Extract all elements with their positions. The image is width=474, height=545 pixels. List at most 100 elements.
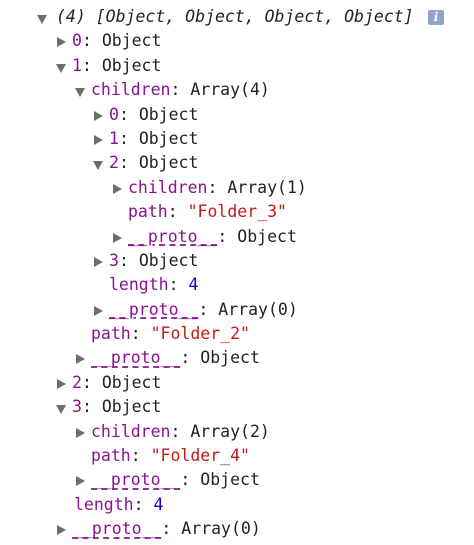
property-value: Object	[101, 397, 162, 417]
tree-row[interactable]: __proto__: Object	[0, 346, 474, 370]
separator: :	[161, 519, 182, 539]
property-key: path	[128, 202, 168, 222]
expand-down-icon[interactable]	[56, 63, 66, 73]
property-value: Object	[200, 470, 260, 490]
console-object-tree: (4) [Object, Object, Object, Object] i 0…	[0, 5, 474, 542]
separator: :	[130, 324, 151, 344]
property-value: 4	[188, 275, 199, 295]
tree-row[interactable]: __proto__: Object	[0, 225, 474, 249]
property-key: __proto__	[91, 470, 181, 490]
property-value: "Folder_2"	[150, 324, 250, 344]
separator: :	[81, 397, 102, 417]
separator: :	[207, 177, 228, 197]
property-value: Array(4)	[190, 80, 270, 100]
separator: :	[168, 275, 189, 295]
property-value: Object	[138, 104, 199, 124]
tree-row[interactable]: __proto__: Array(0)	[0, 298, 474, 322]
property-value: Object	[101, 31, 162, 51]
separator: :	[180, 470, 201, 490]
tree-row[interactable]: children: Array(2)	[0, 420, 474, 444]
tree-row[interactable]: 3: Object	[0, 395, 474, 419]
tree-row: path: "Folder_4"	[0, 444, 474, 468]
expand-down-icon[interactable]	[56, 405, 66, 415]
expand-right-icon[interactable]	[113, 183, 122, 194]
property-key: children	[91, 80, 171, 100]
tree-row[interactable]: 3: Object	[0, 249, 474, 273]
tree-row: length: 4	[0, 493, 474, 517]
expand-down-icon[interactable]	[93, 161, 103, 171]
separator: :	[217, 226, 238, 246]
property-value: Object	[138, 153, 199, 173]
property-key: children	[91, 421, 171, 441]
property-key: path	[91, 324, 131, 344]
separator: :	[130, 446, 151, 466]
separator: :	[170, 80, 191, 100]
tree-row[interactable]: 0: Object	[0, 103, 474, 127]
property-key: length	[109, 275, 169, 295]
expand-right-icon[interactable]	[94, 305, 103, 316]
property-value: Array(2)	[190, 421, 270, 441]
tree-row[interactable]: __proto__: Array(0)	[0, 517, 474, 541]
separator: :	[133, 494, 154, 514]
separator: :	[118, 153, 139, 173]
property-key: __proto__	[91, 348, 181, 368]
property-value: 4	[153, 494, 164, 514]
property-value: Array(0)	[218, 299, 298, 319]
property-key: 3	[72, 397, 82, 417]
property-key: 0	[109, 104, 119, 124]
property-value: Object	[101, 55, 162, 75]
tree-row[interactable]: 1: Object	[0, 127, 474, 151]
tree-row: length: 4	[0, 273, 474, 297]
tree-row: path: "Folder_2"	[0, 322, 474, 346]
tree-row[interactable]: __proto__: Object	[0, 468, 474, 492]
expand-right-icon[interactable]	[76, 427, 85, 438]
separator: :	[81, 55, 102, 75]
property-key: __proto__	[109, 299, 199, 319]
tree-row: path: "Folder_3"	[0, 200, 474, 224]
property-value: Object	[138, 250, 199, 270]
tree-row[interactable]: children: Array(4)	[0, 78, 474, 102]
property-key: 1	[109, 128, 119, 148]
property-value: Object	[237, 226, 297, 246]
expand-right-icon[interactable]	[76, 476, 85, 487]
expand-right-icon[interactable]	[94, 256, 103, 267]
expand-right-icon[interactable]	[76, 354, 85, 365]
array-summary: (4) [Object, Object, Object, Object]	[56, 7, 414, 26]
expand-right-icon[interactable]	[57, 378, 66, 389]
separator: :	[198, 299, 219, 319]
separator: :	[81, 372, 102, 392]
property-key: children	[128, 177, 208, 197]
separator: :	[170, 421, 191, 441]
expand-right-icon[interactable]	[113, 232, 122, 243]
tree-row[interactable]: 2: Object	[0, 371, 474, 395]
separator: :	[167, 202, 188, 222]
separator: :	[81, 31, 102, 51]
property-value: Object	[138, 128, 199, 148]
property-key: length	[74, 494, 134, 514]
tree-row[interactable]: 0: Object	[0, 29, 474, 53]
tree-row[interactable]: 2: Object	[0, 151, 474, 175]
info-icon[interactable]: i	[428, 10, 444, 25]
separator: :	[118, 250, 139, 270]
property-key: 3	[109, 250, 119, 270]
tree-row[interactable]: 1: Object	[0, 54, 474, 78]
property-key: 2	[72, 372, 82, 392]
tree-row[interactable]: children: Array(1)	[0, 176, 474, 200]
property-key: __proto__	[72, 519, 162, 539]
expand-right-icon[interactable]	[94, 110, 103, 121]
expand-right-icon[interactable]	[94, 134, 103, 145]
expand-down-icon[interactable]	[75, 88, 85, 98]
expand-right-icon[interactable]	[57, 37, 66, 48]
property-value: "Folder_4"	[150, 446, 250, 466]
property-value: "Folder_3"	[187, 202, 287, 222]
property-key: __proto__	[128, 226, 218, 246]
separator: :	[180, 348, 201, 368]
property-value: Object	[200, 348, 260, 368]
tree-row-root[interactable]: (4) [Object, Object, Object, Object] i	[0, 5, 474, 29]
separator: :	[118, 104, 139, 124]
separator: :	[118, 128, 139, 148]
property-key: path	[91, 446, 131, 466]
expand-down-icon[interactable]	[37, 15, 47, 24]
property-key: 2	[109, 153, 119, 173]
expand-right-icon[interactable]	[57, 525, 66, 536]
